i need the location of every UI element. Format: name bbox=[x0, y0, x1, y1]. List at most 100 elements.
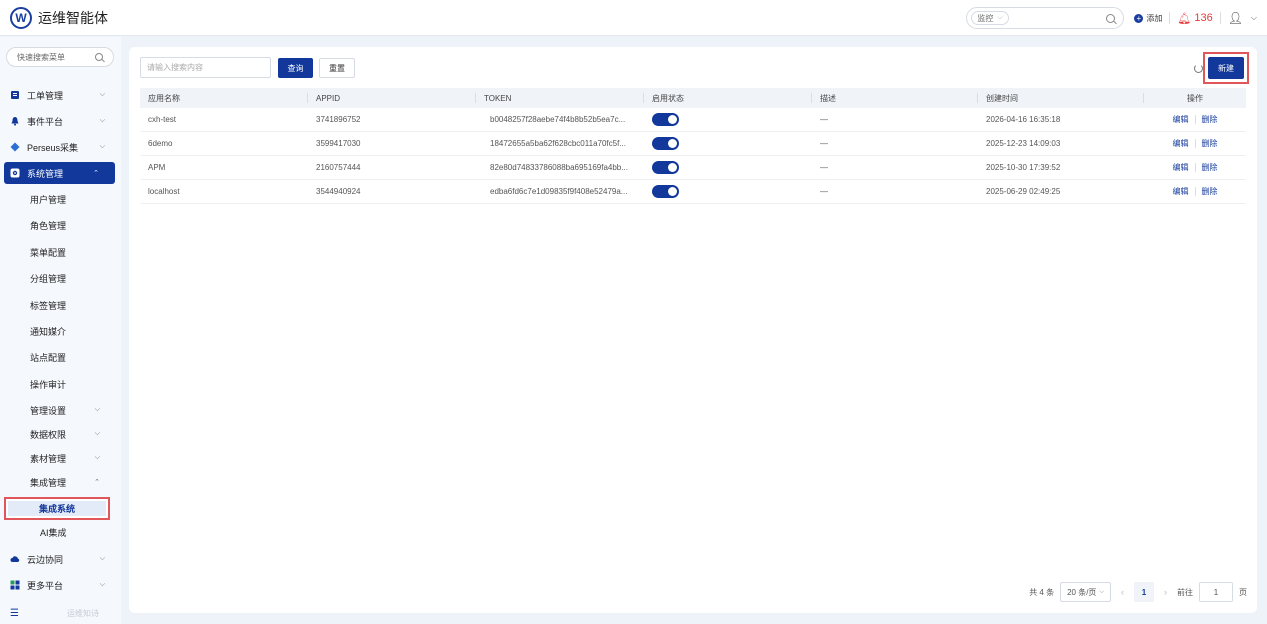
logo-icon: W bbox=[10, 6, 32, 29]
sidebar-subgroup[interactable]: 数据权限 ⌵ bbox=[30, 424, 110, 444]
delete-link[interactable]: 删除 bbox=[1202, 162, 1218, 173]
sidebar-subitem[interactable]: 通知媒介 bbox=[30, 321, 110, 341]
table-row: APM 2160757444 82e80d74833786088ba695169… bbox=[140, 156, 1246, 180]
grid-icon bbox=[10, 580, 20, 590]
ticket-icon bbox=[11, 91, 19, 99]
edit-link[interactable]: 编辑 bbox=[1173, 138, 1189, 149]
sidebar-item-event[interactable]: 事件平台 ⌵ bbox=[0, 110, 121, 132]
menu-collapse-icon[interactable]: ☰ bbox=[10, 608, 19, 619]
top-header: W 运维智能体 监控 ⌵ + 添加 🔔︎ 136 👤︎ ⌵ bbox=[0, 0, 1267, 36]
sidebar-subitem[interactable]: 站点配置 bbox=[30, 347, 110, 367]
sidebar-item-system[interactable]: 系统管理 ⌃ bbox=[4, 162, 115, 184]
chevron-down-icon: ⌵ bbox=[94, 430, 100, 437]
bell-icon: 🔔︎ bbox=[1177, 12, 1192, 25]
chevron-down-icon: ⌵ bbox=[99, 581, 105, 588]
menu-search-input[interactable]: 快速搜索菜单 bbox=[6, 47, 114, 67]
enable-toggle[interactable] bbox=[652, 161, 679, 174]
chevron-down-icon: ⌵ bbox=[99, 555, 105, 562]
sidebar: 快速搜索菜单 工单管理 ⌵ 事件平台 ⌵ Perseus采集 ⌵ 系统管理 ⌃ … bbox=[0, 37, 121, 624]
column-header: 描述 bbox=[812, 88, 978, 108]
alerts-button[interactable]: 🔔︎ 136 bbox=[1177, 12, 1212, 25]
gear-icon bbox=[10, 168, 20, 178]
chevron-down-icon: ⌵ bbox=[997, 14, 1003, 21]
search-icon[interactable] bbox=[95, 53, 103, 61]
prev-page-icon[interactable]: ‹ bbox=[1121, 587, 1124, 597]
chevron-down-icon[interactable]: ⌵ bbox=[1251, 13, 1257, 23]
search-input[interactable]: 请输入搜索内容 bbox=[140, 57, 271, 78]
cell-token: 82e80d74833786088ba695169fa4bb... bbox=[490, 163, 628, 172]
refresh-icon[interactable] bbox=[1194, 64, 1203, 73]
delete-link[interactable]: 删除 bbox=[1202, 114, 1218, 125]
cell-desc: — bbox=[820, 115, 828, 124]
new-button[interactable]: 新建 bbox=[1208, 57, 1244, 79]
cell-name: 6demo bbox=[148, 139, 173, 148]
page-size-select[interactable]: 20 条/页 ⌵ bbox=[1060, 582, 1111, 602]
cell-token: b0048257f28aebe74f4b8b52b5ea7c... bbox=[490, 115, 626, 124]
chevron-down-icon: ⌵ bbox=[1099, 588, 1104, 595]
edit-link[interactable]: 编辑 bbox=[1173, 162, 1189, 173]
sidebar-footer: ☰ 运维知诗 bbox=[10, 608, 99, 619]
cloud-icon bbox=[10, 556, 20, 562]
plus-icon: + bbox=[1134, 13, 1144, 23]
column-header: 启用状态 bbox=[644, 88, 812, 108]
divider bbox=[1219, 12, 1221, 24]
chevron-down-icon: ⌵ bbox=[99, 117, 105, 124]
cell-appid: 2160757444 bbox=[316, 163, 361, 172]
search-scope-select[interactable]: 监控 ⌵ bbox=[971, 11, 1009, 25]
sidebar-subitem[interactable]: 标签管理 bbox=[30, 295, 110, 315]
chevron-down-icon: ⌵ bbox=[99, 91, 105, 98]
cell-token: edba6fd6c7e1d09835f9f408e52479a... bbox=[490, 187, 628, 196]
chevron-down-icon: ⌵ bbox=[99, 143, 105, 150]
next-page-icon[interactable]: › bbox=[1164, 587, 1167, 597]
goto-page-input[interactable]: 1 bbox=[1199, 582, 1233, 602]
column-header: 操作 bbox=[1187, 93, 1203, 103]
enable-toggle[interactable] bbox=[652, 113, 679, 126]
sidebar-item-cloud-edge[interactable]: 云边协同 ⌵ bbox=[0, 548, 121, 570]
search-icon[interactable] bbox=[1106, 13, 1116, 23]
alert-count: 136 bbox=[1194, 12, 1213, 24]
sidebar-subitem[interactable]: 分组管理 bbox=[30, 268, 110, 288]
global-search[interactable]: 监控 ⌵ bbox=[966, 7, 1125, 29]
edit-link[interactable]: 编辑 bbox=[1173, 186, 1189, 197]
cell-appid: 3599417030 bbox=[316, 139, 361, 148]
app-logo[interactable]: W 运维智能体 bbox=[10, 6, 108, 29]
page-number[interactable]: 1 bbox=[1134, 582, 1154, 602]
sidebar-item-more-platforms[interactable]: 更多平台 ⌵ bbox=[0, 574, 121, 596]
divider bbox=[1169, 12, 1171, 24]
sidebar-item-ai-integration[interactable]: AI集成 bbox=[40, 522, 120, 542]
cell-appid: 3544940924 bbox=[316, 187, 361, 196]
delete-link[interactable]: 删除 bbox=[1202, 186, 1218, 197]
cell-created: 2025-06-29 02:49:25 bbox=[986, 187, 1061, 196]
sidebar-subitem[interactable]: 菜单配置 bbox=[30, 242, 110, 262]
enable-toggle[interactable] bbox=[652, 185, 679, 198]
sidebar-item-ticket[interactable]: 工单管理 ⌵ bbox=[0, 84, 121, 106]
column-header: APPID bbox=[308, 88, 476, 108]
sidebar-subitem[interactable]: 用户管理 bbox=[30, 189, 110, 209]
sidebar-subgroup[interactable]: 素材管理 ⌵ bbox=[30, 448, 110, 468]
diamond-icon bbox=[10, 142, 20, 152]
bell-icon bbox=[11, 117, 19, 126]
pagination: 共 4 条 20 条/页 ⌵ ‹ 1 › 前往 1 页 bbox=[1029, 582, 1247, 602]
user-icon[interactable]: 👤︎ bbox=[1228, 11, 1243, 25]
sidebar-subitem[interactable]: 操作审计 bbox=[30, 374, 110, 394]
cell-created: 2026-04-16 16:35:18 bbox=[986, 115, 1061, 124]
sidebar-subgroup[interactable]: 管理设置 ⌵ bbox=[30, 400, 110, 420]
cell-name: localhost bbox=[148, 187, 180, 196]
delete-link[interactable]: 删除 bbox=[1202, 138, 1218, 149]
cell-desc: — bbox=[820, 163, 828, 172]
add-button[interactable]: + 添加 bbox=[1134, 13, 1162, 24]
sidebar-subitem[interactable]: 角色管理 bbox=[30, 215, 110, 235]
edit-link[interactable]: 编辑 bbox=[1173, 114, 1189, 125]
cell-name: cxh-test bbox=[148, 115, 177, 124]
cell-token: 18472655a5ba62f628cbc011a70fc5f... bbox=[490, 139, 626, 148]
reset-button[interactable]: 重置 bbox=[319, 58, 355, 78]
sidebar-item-perseus[interactable]: Perseus采集 ⌵ bbox=[0, 136, 121, 158]
column-header: 应用名称 bbox=[140, 88, 308, 108]
cell-appid: 3741896752 bbox=[316, 115, 361, 124]
query-button[interactable]: 查询 bbox=[278, 58, 313, 78]
enable-toggle[interactable] bbox=[652, 137, 679, 150]
cell-desc: — bbox=[820, 139, 828, 148]
table-row: 6demo 3599417030 18472655a5ba62f628cbc01… bbox=[140, 132, 1246, 156]
sidebar-subgroup[interactable]: 集成管理 ⌃ bbox=[30, 472, 110, 492]
sidebar-item-integration-system[interactable]: 集成系统 bbox=[4, 497, 110, 520]
